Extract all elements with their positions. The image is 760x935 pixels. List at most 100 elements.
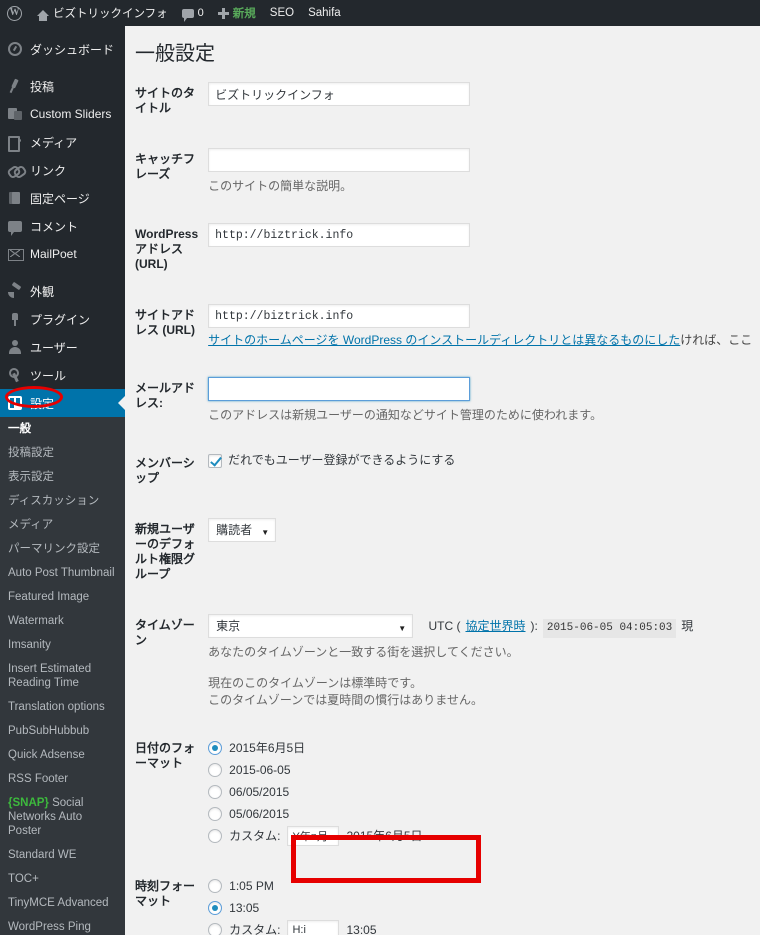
timezone-select[interactable]: 東京 (208, 614, 414, 638)
seo-label: SEO (269, 7, 295, 19)
sidebar-item-users[interactable]: ユーザー (0, 333, 125, 361)
submenu-item-auto-post-thumbnail[interactable]: Auto Post Thumbnail (0, 561, 125, 585)
link-icon (8, 163, 22, 177)
date-format-radio-0[interactable] (208, 741, 223, 755)
date-format-radio-1[interactable] (208, 763, 223, 777)
row-wordpress-address: WordPress アドレス (URL) (125, 209, 760, 290)
utc-info: UTC (協定世界時): 2015-06-05 04:05:03 現 (428, 618, 693, 638)
submenu-item-toc-plus[interactable]: TOC+ (0, 867, 125, 891)
site-address-help-link[interactable]: サイトのホームページを WordPress のインストールディレクトリとは異なる… (208, 333, 680, 347)
timezone-select-wrap[interactable]: 東京 (208, 614, 414, 638)
new-content-menu[interactable]: 新規 (211, 0, 263, 26)
wp-logo-menu[interactable]: W (0, 0, 30, 26)
date-format-option-0[interactable]: 2015年6月5日 (208, 737, 752, 759)
submenu-item-watermark[interactable]: Watermark (0, 609, 125, 633)
date-format-label-0: 2015年6月5日 (229, 740, 306, 755)
submenu-item-discussion[interactable]: ディスカッション (0, 489, 125, 513)
default-role-select[interactable]: 購読者 (208, 518, 277, 542)
site-title-input[interactable] (208, 82, 471, 106)
email-input[interactable] (208, 377, 471, 401)
submenu-item-featured-image[interactable]: Featured Image (0, 585, 125, 609)
submenu-item-reading[interactable]: 表示設定 (0, 465, 125, 489)
sidebar-item-pages[interactable]: 固定ページ (0, 184, 125, 212)
sidebar-item-comments[interactable]: コメント (0, 212, 125, 240)
sidebar-item-media[interactable]: メディア (0, 128, 125, 156)
local-time-label: 現 (681, 619, 694, 633)
submenu-item-media[interactable]: メディア (0, 513, 125, 537)
date-format-radio-3[interactable] (208, 807, 223, 821)
sidebar-item-label: ユーザー (30, 340, 78, 355)
time-format-custom-row[interactable]: カスタム: 13:05 (208, 919, 752, 935)
sidebar-item-settings[interactable]: 設定 (0, 389, 125, 417)
submenu-item-permalinks[interactable]: パーマリンク設定 (0, 537, 125, 561)
date-format-option-3[interactable]: 05/06/2015 (208, 803, 752, 825)
submenu-item-translation-options[interactable]: Translation options (0, 695, 125, 719)
site-address-description: サイトのホームページを WordPress のインストールディレクトリとは異なる… (208, 332, 752, 349)
site-name-menu[interactable]: ビズトリックインフォ (30, 0, 175, 26)
date-format-option-1[interactable]: 2015-06-05 (208, 759, 752, 781)
comments-menu[interactable]: 0 (175, 0, 211, 26)
membership-checkbox[interactable] (208, 453, 223, 468)
submenu-item-quick-adsense[interactable]: Quick Adsense (0, 743, 125, 767)
home-icon (37, 10, 49, 21)
sidebar-item-dashboard[interactable]: ダッシュボード (0, 35, 125, 63)
page-icon (8, 191, 22, 205)
submenu-item-insert-estimated-reading-time[interactable]: Insert Estimated Reading Time (0, 657, 125, 695)
seo-menu[interactable]: SEO (263, 0, 301, 26)
date-format-radio-2[interactable] (208, 785, 223, 799)
general-settings-form: サイトのタイトル キャッチフレーズ このサイトの簡単な説明。 WordPress… (125, 68, 760, 935)
time-format-custom-input[interactable] (287, 920, 340, 935)
date-format-custom-preview: 2015年6月5日 (346, 828, 423, 843)
sidebar-item-custom-sliders[interactable]: Custom Sliders (0, 100, 125, 128)
sidebar-item-label: コメント (30, 219, 79, 234)
label-wordpress-address: WordPress アドレス (URL) (135, 227, 199, 271)
date-format-custom-row[interactable]: カスタム: 2015年6月5日 (208, 825, 752, 847)
submenu-item-rss-footer[interactable]: RSS Footer (0, 767, 125, 791)
membership-checkbox-row[interactable]: だれでもユーザー登録ができるようにする (208, 452, 752, 469)
sidebar-item-posts[interactable]: 投稿 (0, 72, 125, 100)
tagline-description: このサイトの簡単な説明。 (208, 179, 353, 193)
sidebar-item-label: 外観 (30, 284, 55, 299)
sidebar-item-links[interactable]: リンク (0, 156, 125, 184)
row-timezone: タイムゾーン 東京 UTC (協定世界時): 2015-06-05 04:05:… (125, 600, 760, 723)
sidebar-item-plugins[interactable]: プラグイン (0, 305, 125, 333)
row-date-format: 日付のフォーマット 2015年6月5日 2015-06-05 06/05/201… (125, 723, 760, 861)
date-format-label-1: 2015-06-05 (229, 762, 291, 777)
label-site-address: サイトアドレス (URL) (135, 308, 196, 337)
submenu-item-wordpress-ping-optimizer[interactable]: WordPress Ping Optimizer (0, 915, 125, 935)
timezone-note-1: 現在のこのタイムゾーンは標準時です。 (208, 676, 423, 690)
submenu-item-standard-we[interactable]: Standard WE (0, 843, 125, 867)
sidebar-item-appearance[interactable]: 外観 (0, 277, 125, 305)
time-format-option-1[interactable]: 13:05 (208, 897, 752, 919)
default-role-select-wrap[interactable]: 購読者 (208, 518, 277, 542)
dashboard-icon (8, 42, 22, 56)
date-format-custom-input[interactable] (287, 826, 340, 846)
row-site-address: サイトアドレス (URL) サイトのホームページを WordPress のインス… (125, 290, 760, 363)
row-email: メールアドレス: このアドレスは新規ユーザーの通知などサイト管理のために使われま… (125, 363, 760, 438)
theme-menu[interactable]: Sahifa (301, 0, 348, 26)
time-format-custom-label: カスタム: (229, 922, 281, 935)
submenu-item-snap-social-networks-auto-poster[interactable]: {SNAP} Social Networks Auto Poster (0, 791, 125, 843)
comment-count: 0 (197, 7, 204, 19)
submenu-item-writing[interactable]: 投稿設定 (0, 441, 125, 465)
time-format-option-0[interactable]: 1:05 PM (208, 875, 752, 897)
submenu-item-tinymce-advanced[interactable]: TinyMCE Advanced (0, 891, 125, 915)
submenu-item-general[interactable]: 一般 (0, 417, 125, 441)
utc-help-link[interactable]: 協定世界時 (465, 618, 525, 635)
tagline-input[interactable] (208, 148, 471, 172)
date-format-radio-custom[interactable] (208, 829, 223, 843)
site-address-input[interactable] (208, 304, 471, 328)
time-format-radio-0[interactable] (208, 879, 223, 893)
submenu-item-imsanity[interactable]: Imsanity (0, 633, 125, 657)
time-format-radio-1[interactable] (208, 901, 223, 915)
snap-prefix: {SNAP} (8, 797, 49, 809)
submenu-item-pubsubhubbub[interactable]: PubSubHubbub (0, 719, 125, 743)
time-format-radio-custom[interactable] (208, 923, 223, 935)
menu-spacer-top (0, 26, 125, 35)
user-icon (8, 340, 22, 354)
sidebar-item-mailpoet[interactable]: MailPoet (0, 240, 125, 268)
label-site-title: サイトのタイトル (135, 86, 196, 115)
wordpress-address-input[interactable] (208, 223, 471, 247)
sidebar-item-tools[interactable]: ツール (0, 361, 125, 389)
date-format-option-2[interactable]: 06/05/2015 (208, 781, 752, 803)
